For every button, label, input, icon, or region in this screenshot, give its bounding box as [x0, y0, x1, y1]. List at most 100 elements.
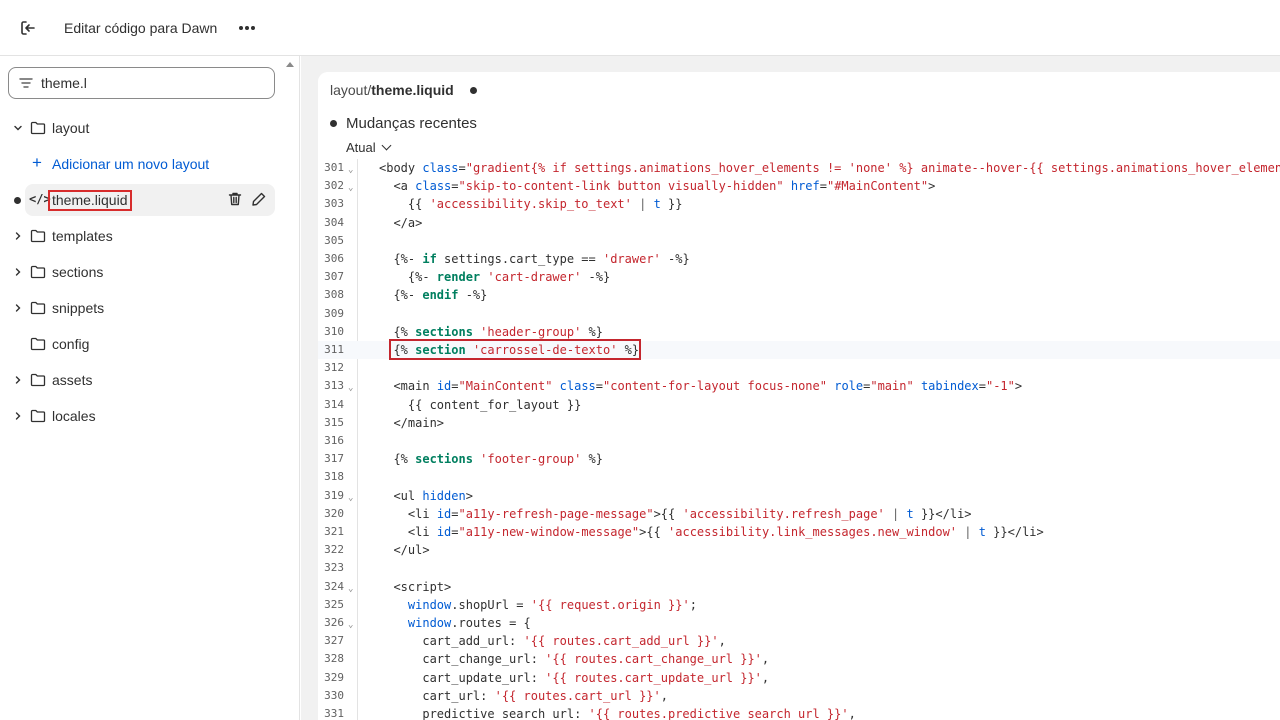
code-line[interactable]: 323	[318, 559, 1280, 577]
code-line[interactable]: 326 ⌄ window.routes = {	[318, 614, 1280, 632]
code-text: <body class="gradient{% if settings.anim…	[379, 161, 1280, 175]
line-number: 326	[324, 616, 344, 629]
folder-config[interactable]: config	[0, 328, 290, 360]
folder-label: snippets	[52, 300, 105, 316]
file-search-box[interactable]	[8, 67, 275, 99]
recent-changes-label: Mudanças recentes	[346, 115, 477, 132]
code-text: <main id="MainContent" class="content-fo…	[393, 379, 1023, 394]
highlighted-code-selection	[389, 339, 641, 360]
code-line[interactable]: 307 {%- render 'cart-drawer' -%}	[318, 268, 1280, 286]
code-line[interactable]: 309	[318, 305, 1280, 323]
folder-icon	[30, 301, 46, 315]
top-bar: Editar código para Dawn	[0, 0, 1280, 56]
chevron-right-icon	[12, 302, 24, 314]
rename-file-button[interactable]	[251, 191, 267, 207]
folder-label: sections	[52, 264, 104, 280]
folder-templates[interactable]: templates	[0, 220, 290, 252]
line-number: 317	[324, 452, 344, 466]
code-line[interactable]: 312	[318, 359, 1280, 377]
code-line[interactable]: 301 ⌄ <body class="gradient{% if settings.…	[318, 159, 1280, 177]
tab-theme-liquid[interactable]: layout/theme.liquid	[318, 72, 491, 108]
code-editor[interactable]: 301 ⌄ <body class="gradient{% if settings.…	[318, 159, 1280, 720]
file-label-theme-liquid[interactable]: theme.liquid	[48, 190, 132, 211]
folder-label: assets	[52, 372, 93, 388]
code-text: <ul hidden>	[393, 488, 473, 503]
scroll-up-arrow-icon[interactable]	[286, 62, 294, 67]
code-line[interactable]: 328 cart_change_url: '{{ routes.cart_cha…	[318, 650, 1280, 668]
line-number: 310	[324, 324, 344, 338]
delete-file-button[interactable]	[227, 191, 243, 207]
file-search-input[interactable]	[41, 75, 251, 91]
line-number: 324	[324, 579, 344, 593]
folder-layout[interactable]: layout	[0, 112, 290, 144]
code-text: {%- render 'cart-drawer' -%}	[379, 270, 611, 285]
code-text: {%- if settings.cart_type == 'drawer' -%…	[379, 252, 690, 266]
tab-filename: theme.liquid	[371, 82, 454, 98]
folder-label: templates	[52, 228, 113, 244]
line-number: 329	[324, 670, 344, 684]
code-text: {{ 'accessibility.skip_to_text' | t }}	[379, 197, 683, 212]
code-line[interactable]: 302 ⌄ <a class="skip-to-content-link butt…	[318, 177, 1280, 195]
code-line[interactable]: 330 cart_url: '{{ routes.cart_url }}',	[318, 687, 1280, 705]
folder-icon	[30, 373, 46, 387]
code-line[interactable]: 305	[318, 232, 1280, 250]
code-text: <li id="a11y-new-window-message">{{ 'acc…	[407, 525, 1044, 539]
code-line[interactable]: 313 ⌄ <main id="MainContent" class="conte…	[318, 377, 1280, 395]
version-dropdown[interactable]: Atual	[346, 140, 392, 155]
code-text: </ul>	[379, 543, 430, 558]
line-number: 304	[324, 215, 344, 229]
tab-path: layout/	[330, 82, 372, 98]
folder-sections[interactable]: sections	[0, 256, 290, 288]
code-line[interactable]: 317 {% sections 'footer-group' %}	[318, 450, 1280, 468]
folder-snippets[interactable]: snippets	[0, 292, 290, 324]
code-line[interactable]: 306 {%- if settings.cart_type == 'drawer…	[318, 250, 1280, 268]
code-line[interactable]: 322 </ul>	[318, 541, 1280, 559]
code-line[interactable]: 327 cart_add_url: '{{ routes.cart_add_ur…	[318, 632, 1280, 650]
code-line[interactable]: 324 ⌄ <script>	[318, 578, 1280, 596]
line-number: 301	[324, 161, 344, 174]
line-number: 303	[324, 197, 344, 211]
exit-icon	[21, 20, 35, 35]
code-line[interactable]: 329 cart_update_url: '{{ routes.cart_upd…	[318, 669, 1280, 687]
code-line[interactable]: 303 {{ 'accessibility.skip_to_text' | t …	[318, 195, 1280, 213]
more-actions-button[interactable]	[233, 14, 261, 42]
unsaved-dot[interactable]	[470, 87, 477, 94]
line-number: 327	[324, 634, 344, 648]
code-line[interactable]: 314 {{ content_for_layout }}	[318, 396, 1280, 414]
trash-icon	[228, 192, 242, 206]
pencil-icon	[252, 192, 266, 206]
code-line[interactable]: 308 {%- endif -%}	[318, 286, 1280, 304]
chevron-right-icon	[12, 374, 24, 386]
code-text: <script>	[393, 579, 452, 594]
line-number: 306	[324, 252, 344, 265]
folder-icon	[30, 265, 46, 279]
folder-locales[interactable]: locales	[0, 400, 290, 432]
code-text: {%- endif -%}	[379, 288, 488, 303]
folder-icon	[30, 337, 46, 351]
code-line[interactable]: 319 ⌄ <ul hidden>	[318, 487, 1280, 505]
exit-button[interactable]	[0, 0, 56, 56]
folder-assets[interactable]: assets	[0, 364, 290, 396]
code-line[interactable]: 325 window.shopUrl = '{{ request.origin …	[318, 596, 1280, 614]
code-line[interactable]: 320 <li id="a11y-refresh-page-message">{…	[318, 505, 1280, 523]
code-line[interactable]: 318	[318, 468, 1280, 486]
line-number: 302	[324, 179, 344, 193]
line-number: 316	[324, 434, 344, 447]
code-line[interactable]: 321 <li id="a11y-new-window-message">{{ …	[318, 523, 1280, 541]
code-line[interactable]: 315 </main>	[318, 414, 1280, 432]
code-line[interactable]: 331 predictive_search_url: '{{ routes.pr…	[318, 705, 1280, 720]
line-number: 321	[324, 525, 344, 538]
folder-icon	[30, 409, 46, 423]
line-number: 309	[324, 306, 344, 320]
code-line[interactable]: 316	[318, 432, 1280, 450]
line-number: 328	[324, 652, 344, 666]
code-line[interactable]: 304 </a>	[318, 214, 1280, 232]
code-text: predictive_search_url: '{{ routes.predic…	[379, 707, 856, 720]
line-number: 305	[324, 233, 344, 247]
line-number: 319	[324, 488, 344, 502]
folder-icon	[30, 229, 46, 243]
add-layout-link[interactable]: + Adicionar um novo layout	[0, 148, 290, 180]
line-number: 307	[324, 270, 344, 284]
code-text: {{ content_for_layout }}	[379, 397, 582, 412]
code-text: window.shopUrl = '{{ request.origin }}';	[407, 597, 697, 612]
